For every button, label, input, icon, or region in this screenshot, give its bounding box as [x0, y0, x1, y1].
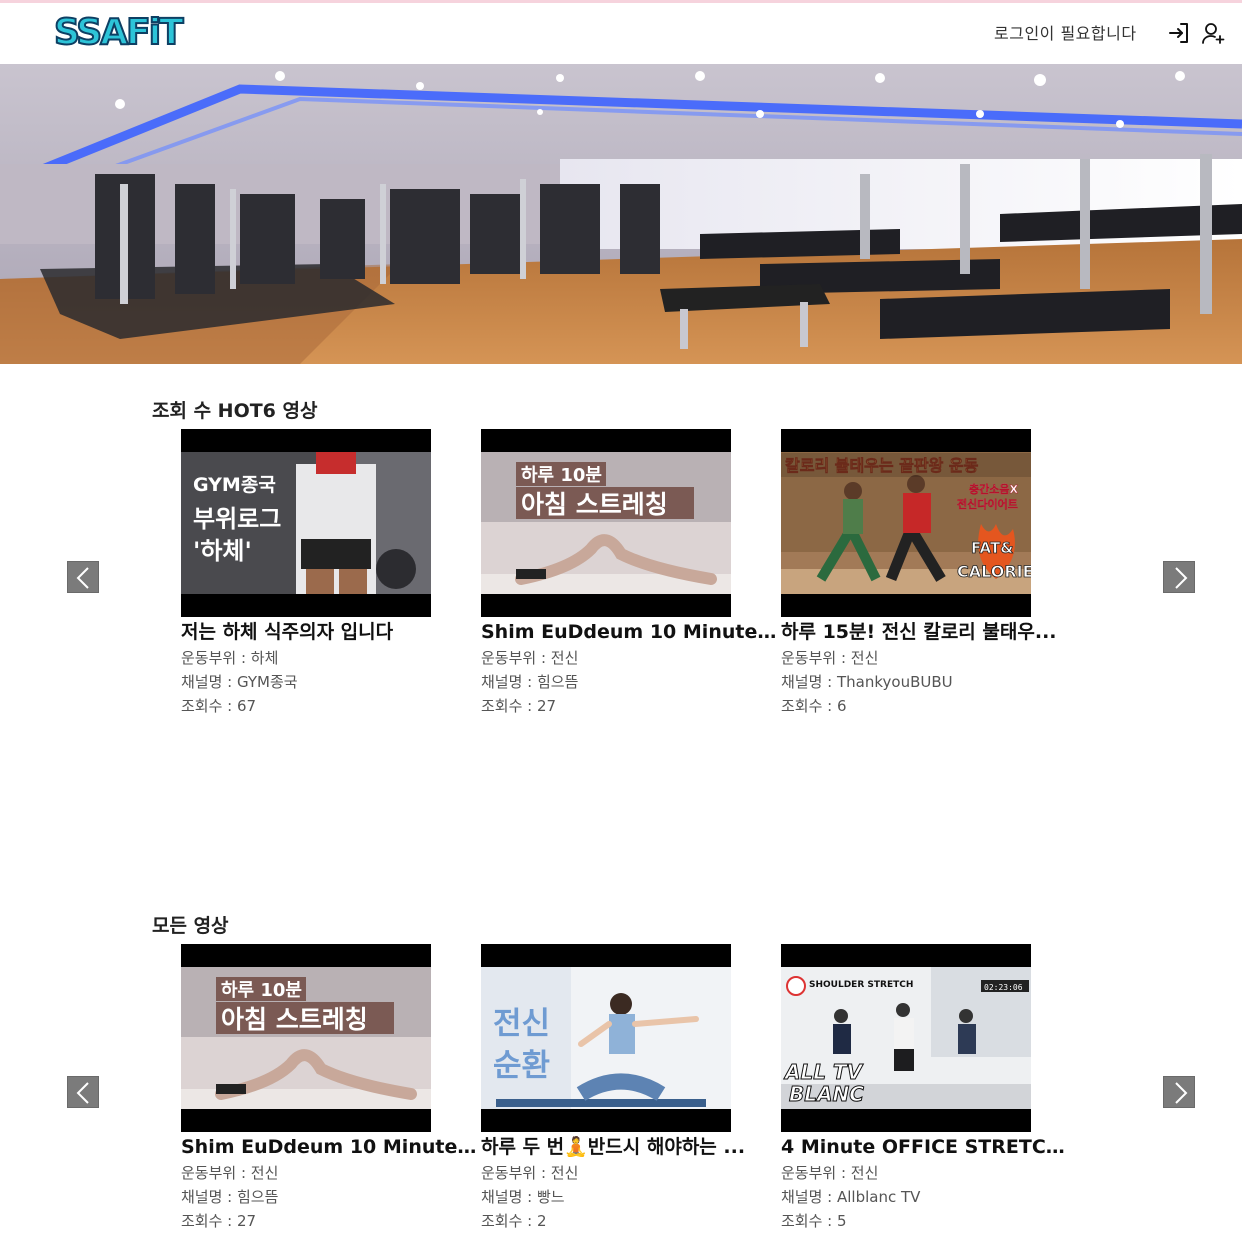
svg-text:층간소음X: 층간소음X — [969, 482, 1018, 496]
chevron-right-icon — [1175, 1082, 1188, 1104]
all-prev-button[interactable] — [67, 1076, 99, 1108]
video-card[interactable]: 칼로리 불태우는 끝판왕 운동 층간소음X 전신다이어트 FAT& CALORI… — [781, 429, 1081, 718]
site-header: SSAFiT 로그인이 필요합니다 — [0, 3, 1242, 64]
hot-prev-button[interactable] — [67, 561, 99, 593]
svg-text:SHOULDER STRETCH: SHOULDER STRETCH — [809, 980, 913, 990]
video-thumbnail[interactable]: 전신 순환 — [481, 944, 731, 1132]
gym-banner-image — [0, 64, 1242, 364]
svg-text:아침 스트레칭: 아침 스트레칭 — [521, 490, 668, 519]
chevron-left-icon — [76, 567, 89, 589]
video-title[interactable]: 저는 하체 식주의자 입니다 — [181, 619, 477, 646]
user-add-icon[interactable] — [1201, 21, 1225, 45]
svg-text:전신: 전신 — [493, 1006, 550, 1042]
svg-text:'하체': '하체' — [193, 537, 252, 565]
video-views: 조회수 : 27 — [181, 1212, 257, 1230]
svg-text:02:23:06: 02:23:06 — [984, 983, 1023, 992]
login-status-text: 로그인이 필요합니다 — [994, 24, 1137, 43]
svg-text:CALORIE: CALORIE — [957, 562, 1031, 581]
video-body-part: 운동부위 : 하체 — [181, 649, 279, 667]
svg-text:하루 10분: 하루 10분 — [521, 465, 602, 486]
video-card[interactable]: SHOULDER STRETCH 02:23:06 ALL TV BLANC 4… — [781, 944, 1081, 1233]
svg-text:전신다이어트: 전신다이어트 — [957, 497, 1018, 511]
video-card[interactable]: 하루 10분 아침 스트레칭 Shim EuDdeum 10 Minute M.… — [481, 429, 781, 718]
svg-text:하루 10분: 하루 10분 — [221, 980, 302, 1001]
video-thumbnail[interactable]: SHOULDER STRETCH 02:23:06 ALL TV BLANC — [781, 944, 1031, 1132]
hot-next-button[interactable] — [1163, 561, 1195, 593]
video-card[interactable]: GYM종국 부위로그 '하체' 저는 하체 식주의자 입니다 운동부위 : 하체… — [181, 429, 481, 718]
video-title[interactable]: 하루 두 번🧘반드시 해야하는 ... — [481, 1134, 777, 1161]
svg-text:아침 스트레칭: 아침 스트레칭 — [221, 1005, 368, 1034]
video-channel: 채널명 : 빵느 — [481, 1188, 565, 1206]
video-views: 조회수 : 27 — [481, 697, 557, 715]
video-views: 조회수 : 5 — [781, 1212, 847, 1230]
video-body-part: 운동부위 : 전신 — [481, 649, 579, 667]
svg-text:BLANC: BLANC — [789, 1082, 864, 1106]
all-next-button[interactable] — [1163, 1076, 1195, 1108]
chevron-left-icon — [76, 1082, 89, 1104]
video-body-part: 운동부위 : 전신 — [181, 1164, 279, 1182]
video-channel: 채널명 : 힘으뜸 — [481, 673, 579, 691]
svg-text:FAT&: FAT& — [971, 539, 1013, 557]
video-channel: 채널명 : GYM종국 — [181, 673, 298, 691]
video-thumbnail[interactable]: 하루 10분 아침 스트레칭 — [181, 944, 431, 1132]
video-title[interactable]: Shim EuDdeum 10 Minute M... — [481, 619, 777, 646]
svg-text:부위로그: 부위로그 — [193, 505, 281, 533]
video-views: 조회수 : 2 — [481, 1212, 547, 1230]
svg-text:칼로리 불태우는 끝판왕 운동: 칼로리 불태우는 끝판왕 운동 — [785, 456, 979, 475]
hot-section-title: 조회 수 HOT6 영상 — [152, 400, 318, 422]
video-thumbnail[interactable]: 하루 10분 아침 스트레칭 — [481, 429, 731, 617]
video-body-part: 운동부위 : 전신 — [481, 1164, 579, 1182]
video-thumbnail[interactable]: GYM종국 부위로그 '하체' — [181, 429, 431, 617]
video-views: 조회수 : 67 — [181, 697, 257, 715]
login-icon[interactable] — [1167, 21, 1191, 45]
video-channel: 채널명 : 힘으뜸 — [181, 1188, 279, 1206]
site-logo[interactable]: SSAFiT — [53, 11, 185, 54]
video-body-part: 운동부위 : 전신 — [781, 1164, 879, 1182]
svg-text:순환: 순환 — [493, 1048, 550, 1084]
video-channel: 채널명 : ThankyouBUBU — [781, 673, 953, 691]
video-channel: 채널명 : Allblanc TV — [781, 1188, 921, 1206]
video-body-part: 운동부위 : 전신 — [781, 649, 879, 667]
video-title[interactable]: 4 Minute OFFICE STRETCHIN... — [781, 1134, 1077, 1161]
all-section-title: 모든 영상 — [152, 915, 229, 937]
svg-text:GYM종국: GYM종국 — [193, 474, 276, 496]
svg-text:ALL TV: ALL TV — [783, 1060, 864, 1084]
video-title[interactable]: Shim EuDdeum 10 Minute M... — [181, 1134, 477, 1161]
chevron-right-icon — [1175, 567, 1188, 589]
hero-banner — [0, 64, 1242, 364]
video-card[interactable]: 하루 10분 아침 스트레칭 Shim EuDdeum 10 Minute M.… — [181, 944, 481, 1233]
video-title[interactable]: 하루 15분! 전신 칼로리 불태우... — [781, 619, 1077, 646]
video-card[interactable]: 전신 순환 하루 두 번🧘반드시 해야하는 ... 운동부위 : 전신 채널명 … — [481, 944, 781, 1233]
video-views: 조회수 : 6 — [781, 697, 847, 715]
video-thumbnail[interactable]: 칼로리 불태우는 끝판왕 운동 층간소음X 전신다이어트 FAT& CALORI… — [781, 429, 1031, 617]
